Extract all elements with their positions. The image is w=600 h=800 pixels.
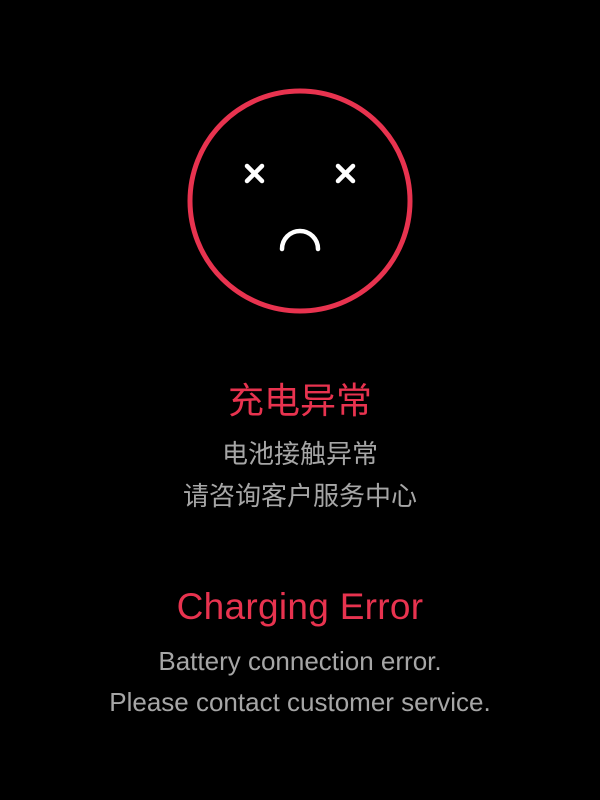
right-eye-x-icon [335,163,356,184]
sad-face-error-icon [186,87,414,315]
chinese-message-block: 充电异常 电池接触异常 请咨询客户服务中心 [0,380,600,518]
english-message-block: Charging Error Battery connection error.… [0,585,600,723]
left-eye-x-icon [244,163,265,184]
english-message-line-2: Please contact customer service. [109,687,491,717]
chinese-title: 充电异常 [227,381,372,422]
english-message-line-1: Battery connection error. [158,646,442,676]
charging-error-screen: 充电异常 电池接触异常 请咨询客户服务中心 Charging Error Bat… [0,0,600,800]
face-outline [187,88,413,314]
sad-face-svg [187,88,413,314]
chinese-message-line-1: 电池接触异常 [221,440,378,470]
chinese-message-line-2: 请咨询客户服务中心 [182,482,417,512]
frown-mouth [279,228,321,252]
english-title: Charging Error [176,586,424,627]
